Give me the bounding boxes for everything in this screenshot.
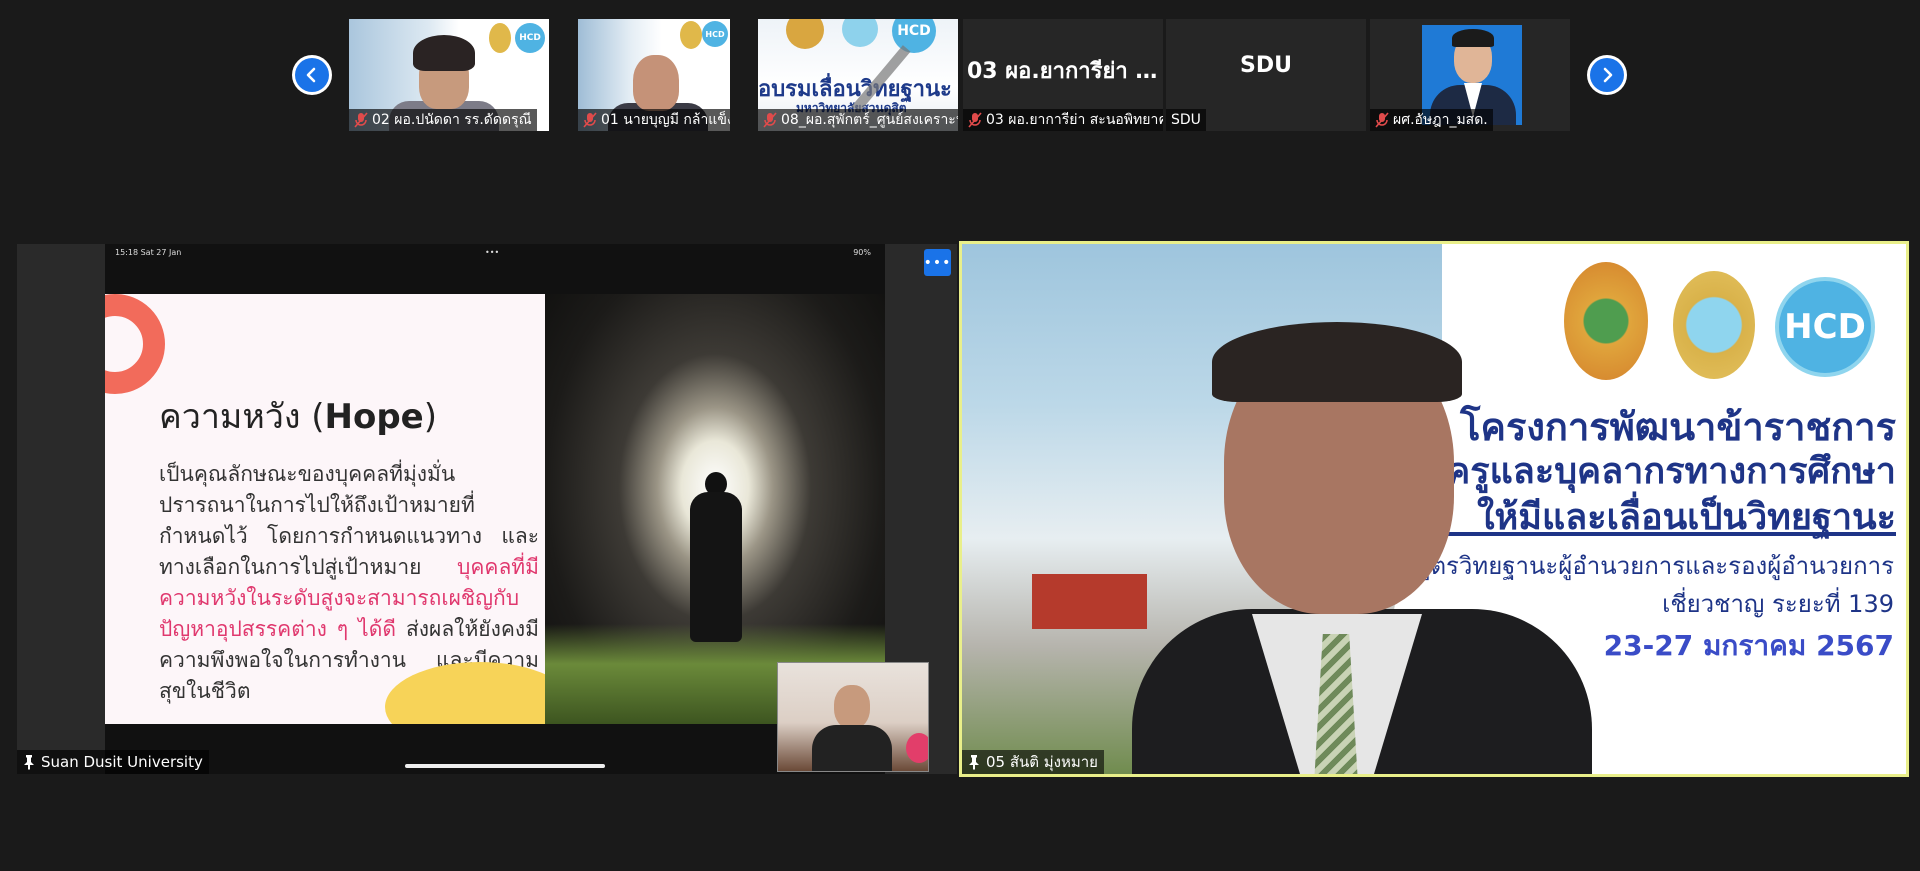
pin-icon xyxy=(969,755,979,770)
chevron-left-icon xyxy=(306,67,316,83)
shared-ipad-screen: 15:18 Sat 27 Jan ••• 90% ความหวัง (Hope)… xyxy=(105,244,885,774)
poster-dates: 23-27 มกราคม 2567 xyxy=(1603,629,1894,662)
participant-name: 08_ผอ.สุพักตร์_ศูนย์สงเคราะห์ xyxy=(781,112,958,128)
seal-logo xyxy=(786,19,824,49)
sdu-logo xyxy=(842,19,878,47)
participant-thumbnail[interactable]: HCD 01 นายบุญมี กล้าแข็ง บางสะพานน้อย xyxy=(578,19,730,131)
tile-name: Suan Dusit University xyxy=(41,753,203,771)
screen-share-tile[interactable]: 15:18 Sat 27 Jan ••• 90% ความหวัง (Hope)… xyxy=(17,244,957,774)
more-options-button[interactable]: ••• xyxy=(924,249,951,276)
participant-name-tag: 03 ผอ.ยาการีย่า สะนอพิทยาคาร xyxy=(963,109,1163,131)
hcd-logo: HCD xyxy=(515,23,545,53)
mic-muted-icon xyxy=(968,112,982,128)
participant-hair xyxy=(413,35,475,71)
mic-muted-icon xyxy=(1375,112,1389,128)
hcd-logo: HCD xyxy=(892,19,936,53)
participant-face xyxy=(633,55,679,111)
ministry-seal-logo xyxy=(1564,262,1648,380)
presentation-slide: ความหวัง (Hope) เป็นคุณลักษณะของบุคคลที่… xyxy=(105,294,885,724)
participant-thumbnail[interactable]: HCD อบรมเลื่อนวิทยฐานะ มหาวิทยาลัยสวนดุส… xyxy=(758,19,958,131)
pip-face xyxy=(834,685,870,729)
participant-thumbnail[interactable]: ผศ.อัษฎา_มสด. xyxy=(1370,19,1570,131)
ipad-battery: 90% xyxy=(853,248,871,257)
active-speaker-tile[interactable]: HCD โครงการพัฒนาข้าราชการ ครูและบุคลากรท… xyxy=(959,241,1909,777)
participant-name-tag: 08_ผอ.สุพักตร์_ศูนย์สงเคราะห์ xyxy=(758,109,958,131)
mic-muted-icon xyxy=(354,112,368,128)
participant-display-name: SDU xyxy=(1240,53,1292,78)
pin-icon xyxy=(24,755,34,770)
tile-name-tag: Suan Dusit University xyxy=(17,750,209,774)
slide-title: ความหวัง (Hope) xyxy=(159,397,438,437)
poster-subtitle: หลักสูตรวิทยฐานะผู้อำนวยการและรองผู้อำนว… xyxy=(1370,552,1894,580)
participant-strip: HCD 02 ผอ.ปนัดดา รร.ดัดดรุณี HCD 01 นายบ… xyxy=(0,0,1920,135)
next-page-button[interactable] xyxy=(1587,55,1627,95)
building-sign xyxy=(1032,574,1147,629)
participant-name-tag: 01 นายบุญมี กล้าแข็ง บางสะพานน้อย xyxy=(578,109,730,131)
photo-hair xyxy=(1452,29,1494,47)
poster-subtitle: เชี่ยวชาญ ระยะที่ 139 xyxy=(1662,590,1894,618)
poster-divider xyxy=(1426,532,1896,536)
poster-title-line: ให้มีและเลื่อนเป็นวิทยฐานะ xyxy=(1476,497,1896,538)
seal-logo xyxy=(680,21,702,49)
participant-name: SDU xyxy=(1171,112,1201,128)
participant-name: 02 ผอ.ปนัดดา รร.ดัดดรุณี xyxy=(372,112,532,128)
more-options-icon: ••• xyxy=(923,254,952,271)
tile-name-tag: 05 สันติ มุ่งหมาย xyxy=(962,750,1104,774)
hcd-logo: HCD xyxy=(1775,277,1875,377)
mic-muted-icon xyxy=(583,112,597,128)
mic-muted-icon xyxy=(763,112,777,128)
speaker-hair xyxy=(1212,322,1462,402)
seal-logo xyxy=(489,23,511,53)
pip-suit xyxy=(812,725,892,771)
tile-name: 05 สันติ มุ่งหมาย xyxy=(986,753,1098,771)
presenter-pip-video xyxy=(777,662,929,772)
participant-thumbnail[interactable]: SDU SDU xyxy=(1166,19,1366,131)
pip-flowers xyxy=(906,733,928,763)
participant-name-tag: ผศ.อัษฎา_มสด. xyxy=(1370,109,1493,131)
ipad-clock: 15:18 Sat 27 Jan xyxy=(115,248,182,257)
participant-thumbnail[interactable]: 03 ผอ.ยาการีย่า สะนอพิท... 03 ผอ.ยาการีย… xyxy=(963,19,1163,131)
participant-name: 01 นายบุญมี กล้าแข็ง บางสะพานน้อย xyxy=(601,112,730,128)
participant-display-name: 03 ผอ.ยาการีย่า สะนอพิท... xyxy=(967,59,1163,84)
sdu-logo xyxy=(1673,271,1755,379)
home-indicator xyxy=(405,764,605,768)
ipad-status-bar: 15:18 Sat 27 Jan ••• 90% xyxy=(105,244,885,264)
chevron-right-icon xyxy=(1603,67,1613,83)
participant-thumbnail[interactable]: HCD 02 ผอ.ปนัดดา รร.ดัดดรุณี xyxy=(349,19,549,131)
hcd-logo: HCD xyxy=(702,21,728,47)
silhouette-figure xyxy=(690,492,742,642)
participant-name: 03 ผอ.ยาการีย่า สะนอพิทยาคาร xyxy=(986,112,1163,128)
participant-name: ผศ.อัษฎา_มสด. xyxy=(1393,112,1488,128)
participant-name-tag: 02 ผอ.ปนัดดา รร.ดัดดรุณี xyxy=(349,109,537,131)
previous-page-button[interactable] xyxy=(292,55,332,95)
participant-name-tag: SDU xyxy=(1166,109,1206,131)
